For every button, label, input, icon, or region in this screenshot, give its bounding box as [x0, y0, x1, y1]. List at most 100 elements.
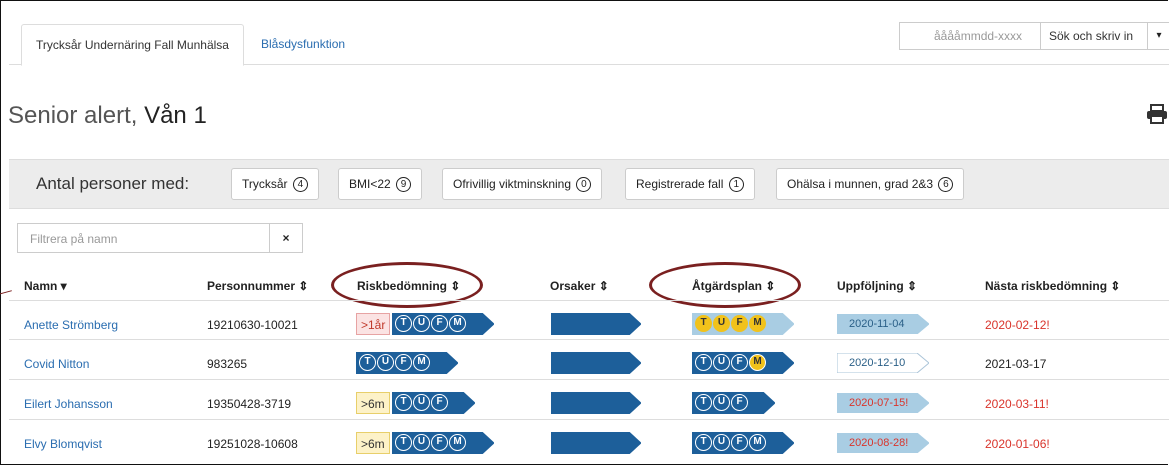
- next-assessment-date: 2021-03-17: [985, 357, 1047, 371]
- page-title: Senior alert, Vån 1: [8, 102, 207, 129]
- patient-name-link[interactable]: Covid Nitton: [24, 357, 89, 371]
- causes-bar[interactable]: [551, 392, 641, 414]
- count-badge: 6: [938, 177, 954, 193]
- name-filter-input[interactable]: Filtrera på namn: [17, 223, 270, 253]
- summary-label: Antal personer med:: [36, 174, 190, 193]
- risk-letter-pill: U: [413, 315, 430, 333]
- patient-name-link[interactable]: Elvy Blomqvist: [24, 437, 102, 451]
- plan-letter-pill: T: [695, 394, 712, 412]
- action-plan-badge[interactable]: TUFM: [692, 432, 794, 454]
- followup-date-tag[interactable]: 2020-12-10: [837, 353, 929, 373]
- risk-letter-pill: F: [431, 394, 448, 412]
- action-plan-badge[interactable]: TUFM: [692, 313, 794, 335]
- causes-bar[interactable]: [551, 432, 641, 454]
- risk-age-badge: >6m: [356, 432, 390, 454]
- plan-letter-pill: M: [749, 315, 766, 333]
- risk-letters: TUF: [395, 394, 449, 412]
- risk-letters: TUFM: [359, 354, 431, 372]
- tag-shape: [551, 392, 641, 414]
- highlight-ring: [331, 262, 483, 308]
- chip-oral-health[interactable]: Ohälsa i munnen, grad 2&3 6: [776, 168, 965, 200]
- plan-letter-pill: F: [731, 354, 748, 372]
- risk-assessment-badge[interactable]: TUF: [392, 392, 475, 414]
- action-plan-badge[interactable]: TUF: [692, 392, 775, 414]
- risk-letter-pill: F: [431, 434, 448, 452]
- followup-date-tag[interactable]: 2020-07-15!: [837, 393, 929, 413]
- personal-number: 983265: [207, 357, 248, 371]
- plan-letter-pill: F: [731, 434, 748, 452]
- tab-bladder[interactable]: Blåsdysfunktion: [247, 24, 359, 64]
- risk-letters: TUFM: [395, 315, 467, 333]
- risk-letters: TUFM: [395, 434, 467, 452]
- personal-number: 19210630-10021: [207, 318, 298, 332]
- highlight-ring: [649, 262, 801, 308]
- next-assessment-date: 2020-01-06!: [985, 437, 1050, 451]
- chip-trycksar[interactable]: Trycksår 4: [231, 168, 319, 200]
- count-badge: 4: [292, 177, 308, 193]
- risk-letter-pill: U: [377, 354, 394, 372]
- col-header-name[interactable]: Namn ▾: [24, 279, 67, 293]
- followup-date-tag[interactable]: 2020-11-04: [837, 314, 929, 334]
- plan-letter-pill: T: [695, 315, 712, 333]
- followup-date-tag[interactable]: 2020-08-28!: [837, 433, 929, 453]
- chevron-down-icon[interactable]: ▾: [1147, 22, 1169, 50]
- risk-letter-pill: U: [413, 394, 430, 412]
- chip-weight-loss[interactable]: Ofrivillig viktminskning 0: [442, 168, 603, 200]
- row-divider: [9, 300, 1169, 301]
- next-assessment-date: 2020-02-12!: [985, 318, 1050, 332]
- risk-letter-pill: U: [413, 434, 430, 452]
- tab-tufm[interactable]: Trycksår Undernäring Fall Munhälsa: [21, 24, 244, 66]
- followup-date: 2020-07-15!: [849, 397, 909, 409]
- count-badge: 1: [728, 177, 744, 193]
- risk-assessment-badge[interactable]: TUFM: [392, 432, 494, 454]
- chip-bmi[interactable]: BMI<22 9: [338, 168, 423, 200]
- count-badge: 0: [576, 177, 592, 193]
- plan-letter-pill: M: [749, 434, 766, 452]
- next-assessment-date: 2020-03-11!: [985, 397, 1049, 411]
- plan-letter-pill: F: [731, 394, 748, 412]
- plan-letter-pill: F: [731, 315, 748, 333]
- chip-falls[interactable]: Registrerade fall 1: [625, 168, 755, 200]
- row-divider: [9, 339, 1169, 340]
- tag-shape: [551, 352, 641, 374]
- tag-shape: [551, 313, 641, 335]
- patient-name-link[interactable]: Eilert Johansson: [24, 397, 113, 411]
- col-header-pnr[interactable]: Personnummer ⇕: [207, 279, 308, 293]
- plan-letter-pill: U: [713, 315, 730, 333]
- patient-name-link[interactable]: Anette Strömberg: [24, 318, 118, 332]
- followup-date: 2020-08-28!: [849, 437, 909, 449]
- plan-letters: TUFM: [695, 434, 767, 452]
- risk-summary-panel: Antal personer med: Trycksår 4 BMI<22 9 …: [9, 159, 1169, 209]
- risk-letter-pill: M: [449, 315, 466, 333]
- risk-letter-pill: T: [395, 315, 412, 333]
- followup-date: 2020-11-04: [849, 318, 905, 330]
- risk-letter-pill: M: [449, 434, 466, 452]
- plan-letter-pill: U: [713, 354, 730, 372]
- printer-icon[interactable]: [1146, 104, 1168, 124]
- followup-date: 2020-12-10: [849, 357, 906, 369]
- person-search-input[interactable]: ååååmmdd-xxxx: [899, 22, 1041, 50]
- search-button[interactable]: Sök och skriv in: [1040, 22, 1148, 50]
- col-header-followup[interactable]: Uppföljning ⇕: [837, 279, 917, 293]
- action-plan-badge[interactable]: TUFM: [692, 352, 794, 374]
- row-divider: [9, 419, 1169, 420]
- plan-letter-pill: T: [695, 434, 712, 452]
- count-badge: 9: [396, 177, 412, 193]
- personal-number: 19350428-3719: [207, 397, 292, 411]
- risk-letter-pill: T: [395, 394, 412, 412]
- causes-bar[interactable]: [551, 313, 641, 335]
- risk-assessment-badge[interactable]: TUFM: [356, 352, 458, 374]
- risk-letter-pill: T: [359, 354, 376, 372]
- risk-age-badge: >1år: [356, 313, 391, 335]
- col-header-next[interactable]: Nästa riskbedömning ⇕: [985, 279, 1120, 293]
- risk-letter-pill: M: [413, 354, 430, 372]
- risk-assessment-badge[interactable]: TUFM: [392, 313, 494, 335]
- causes-bar[interactable]: [551, 352, 641, 374]
- risk-letter-pill: F: [431, 315, 448, 333]
- plan-letter-pill: T: [695, 354, 712, 372]
- plan-letters: TUFM: [695, 315, 767, 333]
- close-icon[interactable]: ×: [269, 223, 303, 253]
- plan-letters: TUFM: [695, 354, 767, 372]
- col-header-causes[interactable]: Orsaker ⇕: [550, 279, 609, 293]
- risk-letter-pill: F: [395, 354, 412, 372]
